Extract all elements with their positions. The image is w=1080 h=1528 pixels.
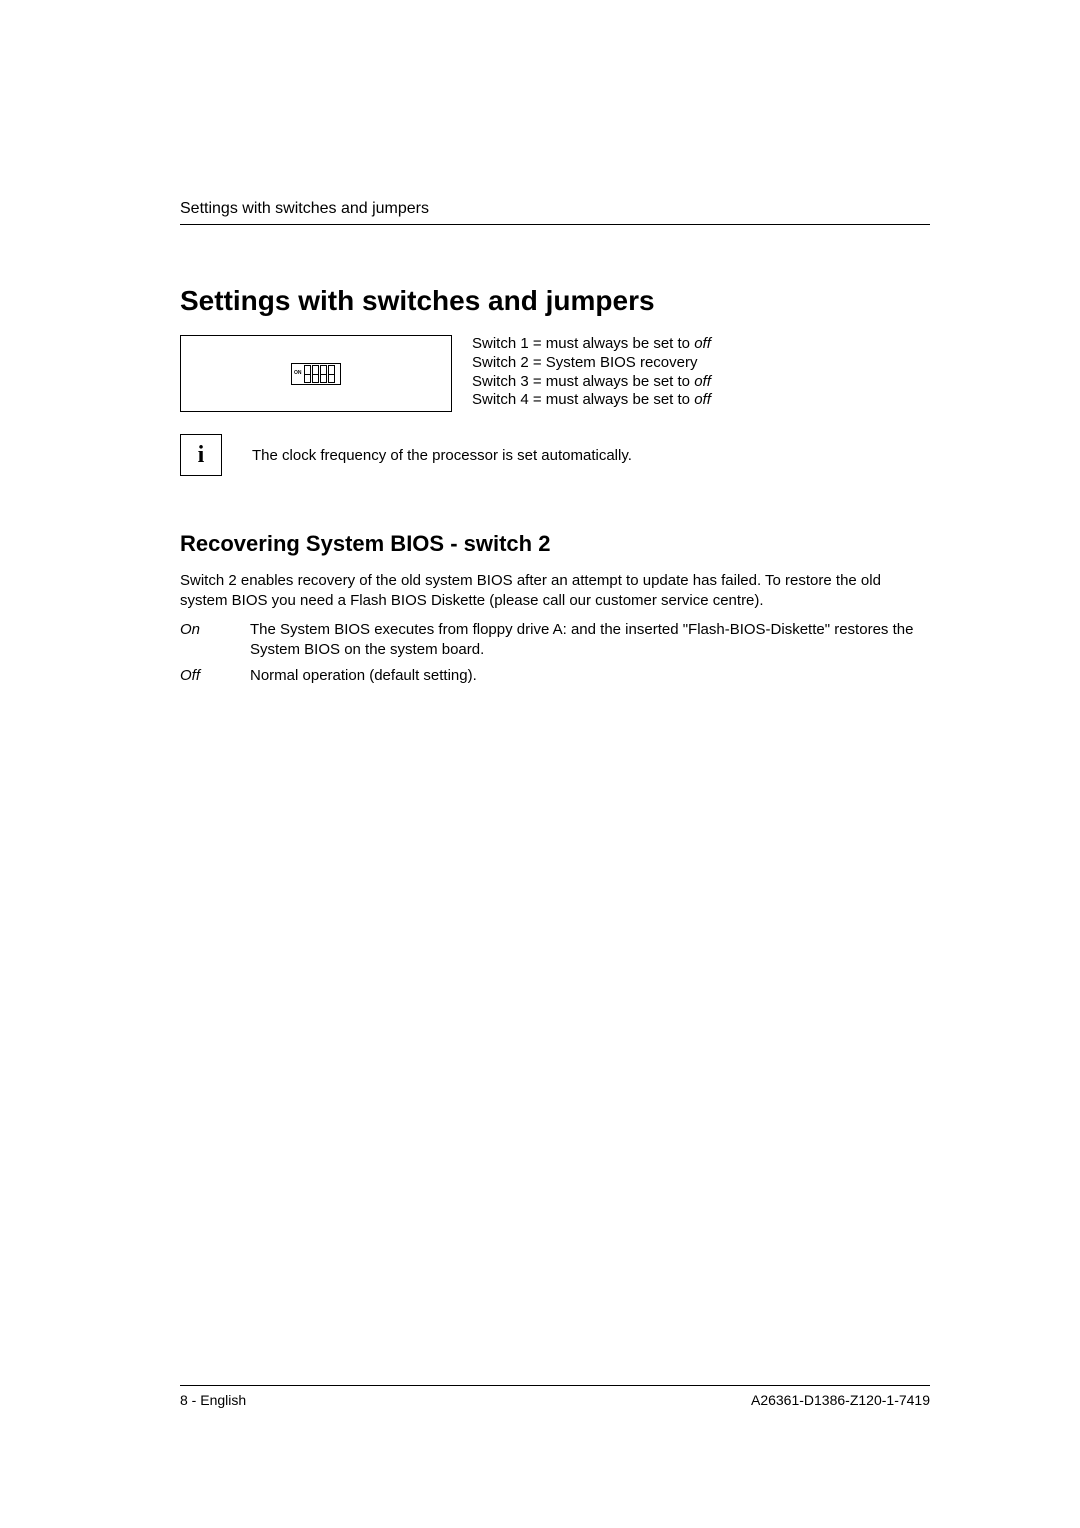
dip-switch-3-icon — [320, 365, 327, 383]
section-heading: Recovering System BIOS - switch 2 — [180, 531, 930, 557]
page-title: Settings with switches and jumpers — [180, 285, 930, 317]
footer-row: 8 - English A26361-D1386-Z120-1-7419 — [180, 1392, 930, 1408]
definition-list: On The System BIOS executes from floppy … — [180, 620, 930, 687]
dip-on-label: ON — [294, 371, 302, 376]
switch-3-row: Switch 3 = must always be set to off — [472, 373, 711, 392]
switch-1-text: Switch 1 = must always be set to — [472, 335, 694, 352]
page-footer: 8 - English A26361-D1386-Z120-1-7419 — [180, 1385, 930, 1408]
info-text: The clock frequency of the processor is … — [252, 447, 632, 464]
switch-1-value: off — [694, 335, 711, 352]
dip-switch-diagram: ON — [180, 335, 452, 412]
info-note: i The clock frequency of the processor i… — [180, 434, 930, 476]
footer-rule — [180, 1385, 930, 1386]
info-icon: i — [180, 434, 222, 476]
diagram-and-switch-list-row: ON Switch 1 = must always be set to off … — [180, 335, 930, 412]
switch-1-row: Switch 1 = must always be set to off — [472, 335, 711, 354]
term-on: On — [180, 620, 240, 661]
running-head: Settings with switches and jumpers — [180, 200, 930, 218]
section-paragraph: Switch 2 enables recovery of the old sys… — [180, 571, 930, 612]
footer-left: 8 - English — [180, 1392, 246, 1408]
footer-right: A26361-D1386-Z120-1-7419 — [751, 1392, 930, 1408]
switch-descriptions: Switch 1 = must always be set to off Swi… — [472, 335, 711, 410]
switch-3-text: Switch 3 = must always be set to — [472, 373, 694, 390]
dip-switch-1-icon — [304, 365, 311, 383]
switch-2-row: Switch 2 = System BIOS recovery — [472, 354, 711, 373]
switch-4-text: Switch 4 = must always be set to — [472, 391, 694, 408]
dip-switch-2-icon — [312, 365, 319, 383]
header-rule — [180, 224, 930, 225]
switch-4-value: off — [694, 391, 711, 408]
dip-switch-4-icon — [328, 365, 335, 383]
desc-off: Normal operation (default setting). — [250, 666, 930, 686]
desc-on: The System BIOS executes from floppy dri… — [250, 620, 930, 661]
term-off: Off — [180, 666, 240, 686]
switch-2-text: Switch 2 = System BIOS recovery — [472, 354, 698, 371]
page: Settings with switches and jumpers Setti… — [0, 0, 1080, 1528]
switch-3-value: off — [694, 373, 711, 390]
dip-switch-icon: ON — [291, 363, 341, 385]
switch-4-row: Switch 4 = must always be set to off — [472, 391, 711, 410]
